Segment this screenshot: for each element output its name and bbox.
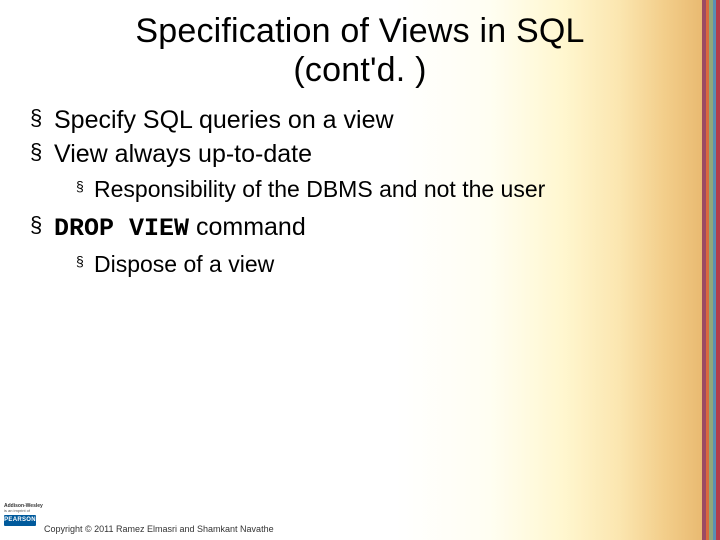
sub-bullet-text: Responsibility of the DBMS and not the u… — [94, 176, 545, 202]
stripe — [716, 0, 720, 540]
sub-bullet-item: Dispose of a view — [54, 249, 686, 280]
bullet-list: Specify SQL queries on a view View alway… — [30, 104, 686, 280]
bullet-item: DROP VIEW command Dispose of a view — [30, 211, 686, 280]
bullet-text: Specify SQL queries on a view — [54, 106, 394, 134]
title-line-1: Specification of Views in SQL — [135, 12, 584, 50]
slide-footer: Copyright © 2011 Ramez Elmasri and Shamk… — [0, 508, 720, 534]
slide: Specification of Views in SQL (cont'd. )… — [0, 0, 720, 540]
sub-bullet-list: Dispose of a view — [54, 249, 686, 280]
decorative-stripes — [702, 0, 720, 540]
slide-title: Specification of Views in SQL (cont'd. ) — [0, 0, 720, 104]
bullet-item: Specify SQL queries on a view — [30, 104, 686, 136]
sub-bullet-item: Responsibility of the DBMS and not the u… — [54, 174, 686, 205]
title-line-2: (cont'd. ) — [293, 51, 426, 89]
slide-body: Specify SQL queries on a view View alway… — [0, 104, 720, 280]
sub-bullet-list: Responsibility of the DBMS and not the u… — [54, 174, 686, 205]
bullet-item: View always up-to-date Responsibility of… — [30, 138, 686, 205]
bullet-text: View always up-to-date — [54, 140, 312, 168]
bullet-text: command — [189, 213, 306, 241]
sub-bullet-text: Dispose of a view — [94, 251, 274, 277]
code-text: DROP VIEW — [54, 214, 189, 243]
copyright-text: Copyright © 2011 Ramez Elmasri and Shamk… — [44, 508, 720, 534]
